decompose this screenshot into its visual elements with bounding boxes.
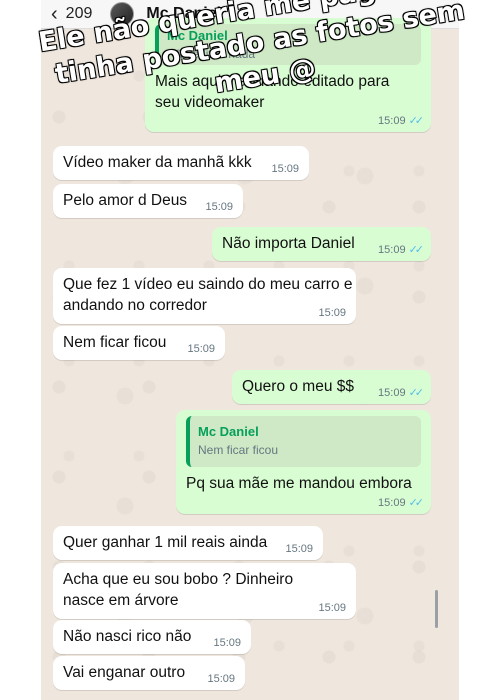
message-text: Quer ganhar 1 mil reais ainda xyxy=(63,534,268,551)
quote-text: Nem ficar ficou xyxy=(198,443,279,457)
message-time: 15:09 xyxy=(205,201,233,213)
quote-author: Mc Daniel xyxy=(198,424,259,439)
message-time: 15:09 xyxy=(207,673,235,685)
message-time: 15:09 xyxy=(187,343,215,355)
message-time: 15:09 xyxy=(271,163,299,175)
message-bubble[interactable]: Mc Daniel Nem ficar ficou Pq sua mãe me … xyxy=(176,410,431,514)
message-text: Que fez 1 vídeo eu saindo do meu carro e… xyxy=(63,276,353,314)
story-frame: ‹ 209 Mc Daniel Mc Daniel Não editou nad… xyxy=(0,0,500,700)
message-bubble[interactable]: Não nasci rico não 15:09 xyxy=(53,620,251,654)
message-time: 15:09 ✓✓ xyxy=(378,387,425,399)
message-time: 15:09 ✓✓ xyxy=(378,115,425,127)
message-bubble[interactable]: Quer ganhar 1 mil reais ainda 15:09 xyxy=(53,526,323,560)
read-ticks-icon: ✓✓ xyxy=(408,497,425,509)
message-time: 15:09 xyxy=(318,602,346,614)
quoted-reply[interactable]: Mc Daniel Nem ficar ficou xyxy=(186,416,421,467)
message-time: 15:09 ✓✓ xyxy=(378,497,425,509)
message-bubble[interactable]: Vai enganar outro 15:09 xyxy=(53,656,245,690)
chevron-left-icon: ‹ xyxy=(51,3,58,25)
message-time: 15:09 xyxy=(318,307,346,319)
message-bubble[interactable]: Nem ficar ficou 15:09 xyxy=(53,326,225,360)
message-time: 15:09 ✓✓ xyxy=(378,244,425,256)
message-bubble[interactable]: Que fez 1 vídeo eu saindo do meu carro e… xyxy=(53,268,356,324)
message-text: Acha que eu sou bobo ? Dinheiro nasce em… xyxy=(63,571,294,609)
message-time: 15:09 xyxy=(285,543,313,555)
message-time: 15:09 xyxy=(213,637,241,649)
scrollbar[interactable] xyxy=(435,590,438,628)
message-bubble[interactable]: Pelo amor d Deus 15:09 xyxy=(53,184,243,218)
message-bubble[interactable]: Não importa Daniel 15:09 ✓✓ xyxy=(212,227,431,261)
read-ticks-icon: ✓✓ xyxy=(408,115,425,127)
message-text: Vídeo maker da manhã kkk xyxy=(63,154,252,171)
message-bubble[interactable]: Acha que eu sou bobo ? Dinheiro nasce em… xyxy=(53,563,356,619)
message-bubble[interactable]: Vídeo maker da manhã kkk 15:09 xyxy=(53,146,309,180)
read-ticks-icon: ✓✓ xyxy=(408,387,425,399)
message-bubble[interactable]: Quero o meu $$ 15:09 ✓✓ xyxy=(232,370,431,404)
read-ticks-icon: ✓✓ xyxy=(408,244,425,256)
message-text: Pq sua mãe me mandou embora xyxy=(186,475,412,492)
